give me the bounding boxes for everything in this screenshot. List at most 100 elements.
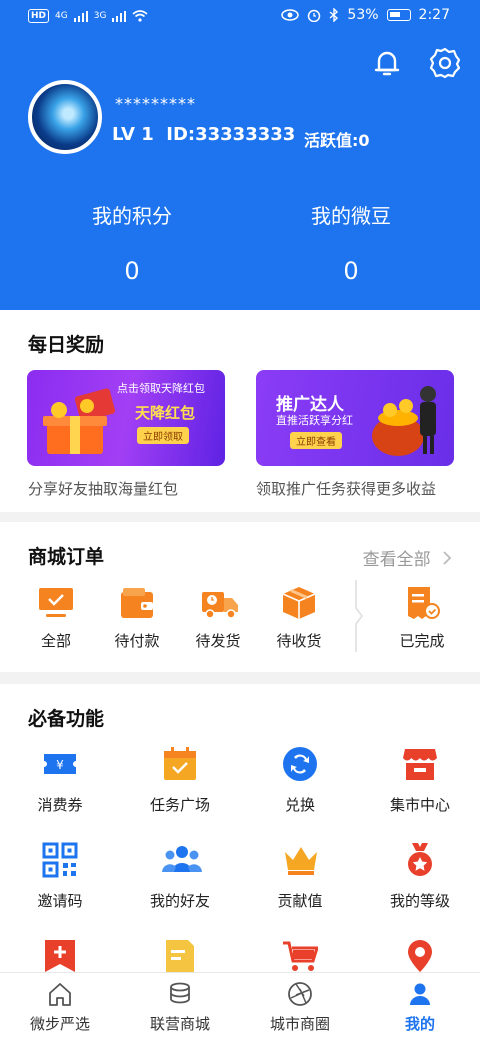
banner-small-text: 点击领取天降红包: [117, 382, 205, 395]
user-level-id: LV 1 ID:33333333: [112, 124, 295, 145]
feature-label: 消费券: [37, 796, 83, 814]
tab-label: 联营商城: [149, 1015, 210, 1033]
bookmark-plus-icon[interactable]: [42, 940, 78, 972]
active-value: 活跃值:0: [304, 131, 370, 150]
order-label: 待付款: [114, 632, 160, 650]
divider-arrow: [355, 580, 363, 652]
view-all-link[interactable]: 查看全部: [363, 545, 452, 570]
feature-label: 集市中心: [389, 796, 450, 814]
document-icon[interactable]: [162, 940, 198, 972]
medal-icon: [402, 842, 438, 878]
wallet-icon: [119, 586, 155, 620]
feature-contribution[interactable]: 贡献值: [245, 842, 355, 911]
feature-label: 我的好友: [149, 892, 210, 910]
signal-bars-icon: [73, 10, 88, 22]
banner-caption: 领取推广任务获得更多收益: [256, 480, 437, 498]
coins-icon: [167, 981, 193, 1007]
banner-small-text: 直推活跃享分红: [276, 414, 353, 427]
store-icon: [402, 746, 438, 782]
banner-caption: 分享好友抽取海量红包: [28, 480, 179, 498]
tab-mall[interactable]: 联营商城: [120, 981, 240, 1034]
tab-city[interactable]: 城市商圈: [240, 981, 360, 1034]
feature-label: 任务广场: [149, 796, 210, 814]
user-id: ID:33333333: [166, 124, 296, 145]
order-label: 已完成: [399, 632, 445, 650]
monitor-icon: [38, 586, 74, 620]
order-pending-receipt[interactable]: 待收货: [263, 586, 335, 651]
alarm-icon: [308, 9, 321, 22]
order-label: 待收货: [276, 632, 322, 650]
signal-4g: 4G: [55, 11, 68, 21]
tab-label: 微步严选: [29, 1015, 90, 1033]
feature-label: 贡献值: [277, 892, 323, 910]
profile-header: HD 4G 3G 53% 2:27 ********* LV 1 ID:3333…: [0, 0, 480, 310]
profile-page: HD 4G 3G 53% 2:27 ********* LV 1 ID:3333…: [0, 0, 480, 1040]
tab-label: 城市商圈: [269, 1015, 330, 1033]
promotion-banner[interactable]: 推广达人 直推活跃享分红 立即查看: [256, 370, 454, 466]
person-icon: [407, 981, 433, 1007]
order-pending-shipment[interactable]: 待发货: [182, 586, 254, 651]
beans-value: 0: [343, 257, 359, 285]
claim-button[interactable]: 立即领取: [137, 427, 189, 444]
order-label: 待发货: [195, 632, 241, 650]
home-icon: [47, 981, 73, 1007]
status-bar: HD 4G 3G 53% 2:27: [0, 0, 480, 34]
feature-market[interactable]: 集市中心: [365, 746, 475, 815]
features-title: 必备功能: [28, 708, 105, 730]
signal-3g: 3G: [93, 11, 107, 21]
banner-title: 天降红包: [135, 404, 196, 422]
gift-box-icon: [43, 388, 116, 454]
orders-title: 商城订单: [28, 546, 105, 568]
feature-label: 兑换: [284, 796, 315, 814]
feature-exchange[interactable]: 兑换: [245, 746, 355, 815]
feature-friends[interactable]: 我的好友: [125, 842, 235, 911]
battery-icon: [386, 9, 411, 21]
order-pending-payment[interactable]: 待付款: [101, 586, 173, 651]
feature-tasks[interactable]: 任务广场: [125, 746, 235, 815]
gear-icon[interactable]: [428, 46, 462, 80]
svg-text:¥: ¥: [56, 758, 64, 772]
qr-code-icon: [42, 842, 78, 878]
order-label: 全部: [40, 632, 71, 650]
feature-invite-code[interactable]: 邀请码: [5, 842, 115, 911]
friends-icon: [162, 842, 202, 878]
avatar[interactable]: [28, 80, 102, 154]
location-pin-icon[interactable]: [402, 940, 438, 972]
wifi-icon: [132, 10, 148, 22]
chevron-right-icon: [443, 551, 452, 565]
beans-stat[interactable]: 我的微豆 0: [251, 200, 451, 285]
feature-label: 邀请码: [37, 892, 83, 910]
calendar-check-icon: [162, 746, 198, 782]
cart-icon[interactable]: [282, 940, 318, 972]
order-all[interactable]: 全部: [20, 586, 92, 651]
red-packet-banner[interactable]: 点击领取天降红包 天降红包 立即领取: [27, 370, 225, 466]
coupon-icon: ¥: [42, 746, 78, 782]
truck-icon: [200, 586, 238, 620]
feature-level[interactable]: 我的等级: [365, 842, 475, 911]
signal-bars-icon: [112, 10, 127, 22]
points-label: 我的积分: [92, 204, 172, 228]
beans-label: 我的微豆: [311, 204, 391, 228]
clock: 2:27: [418, 7, 450, 23]
points-stat[interactable]: 我的积分 0: [32, 200, 232, 285]
user-level: LV 1: [112, 124, 154, 145]
order-completed[interactable]: 已完成: [386, 586, 458, 651]
feature-coupon[interactable]: ¥ 消费券: [5, 746, 115, 815]
bell-icon[interactable]: [370, 46, 404, 80]
feature-label: 我的等级: [389, 892, 450, 910]
tab-home[interactable]: 微步严选: [0, 981, 120, 1034]
eye-icon: [281, 9, 300, 21]
exchange-icon: [282, 746, 318, 782]
bottom-tab-bar: 微步严选 联营商城 城市商圈 我的: [0, 972, 480, 1040]
view-button[interactable]: 立即查看: [290, 432, 342, 449]
battery-percent: 53%: [347, 7, 379, 23]
view-all-label: 查看全部: [362, 550, 431, 570]
points-value: 0: [124, 257, 140, 285]
bluetooth-icon: [329, 8, 339, 22]
box-icon: [281, 586, 317, 620]
tab-mine[interactable]: 我的: [360, 981, 480, 1034]
hd-badge: HD: [28, 9, 50, 23]
daily-title: 每日奖励: [28, 334, 105, 356]
money-bag-icon: [372, 386, 436, 456]
user-name: *********: [115, 94, 196, 113]
